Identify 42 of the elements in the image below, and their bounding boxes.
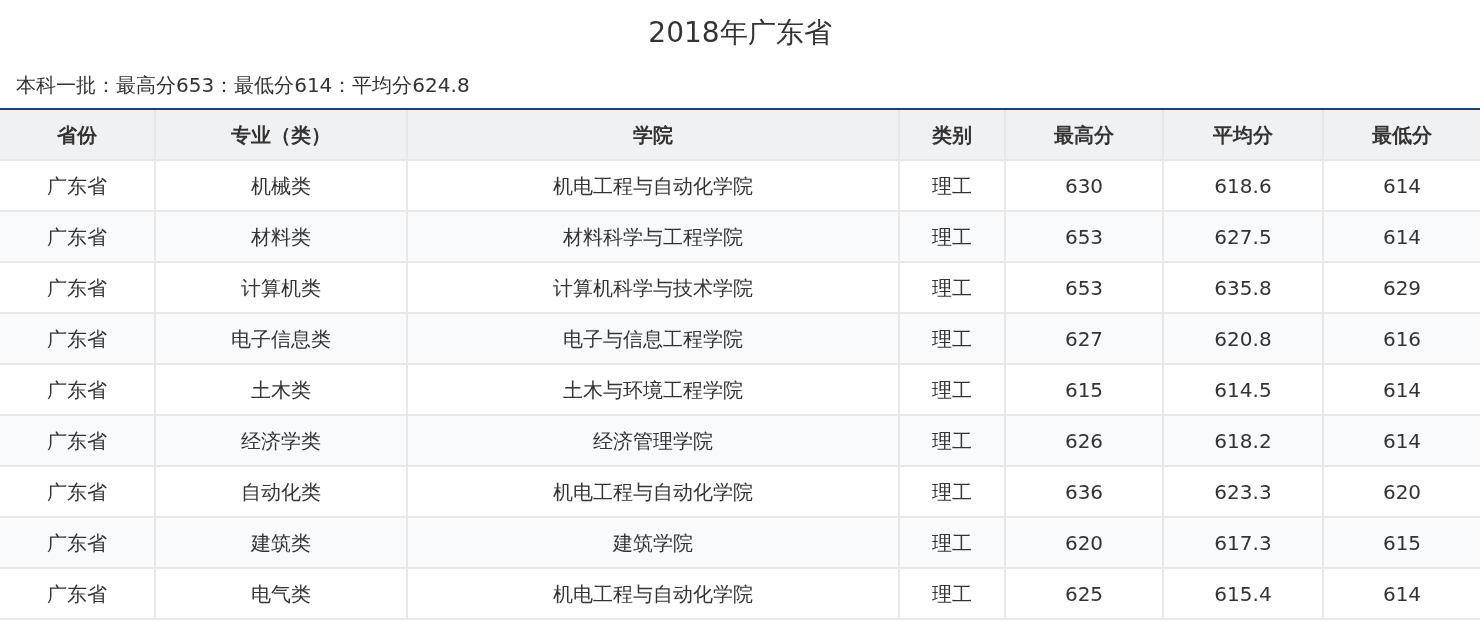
page-title: 2018年广东省 [647,15,833,51]
table-cell: 620 [1005,517,1163,568]
table-cell: 653 [1005,211,1163,262]
table-cell: 广东省 [0,313,155,364]
column-header: 平均分 [1163,110,1323,160]
table-cell: 材料科学与工程学院 [407,211,899,262]
table-cell: 616 [1323,313,1480,364]
table-cell: 理工 [899,517,1005,568]
table-cell: 理工 [899,313,1005,364]
column-header: 专业（类） [155,110,407,160]
table-cell: 建筑类 [155,517,407,568]
table-cell: 理工 [899,415,1005,466]
table-cell: 电气类 [155,568,407,619]
table-cell: 615 [1323,517,1480,568]
table-cell: 626 [1005,415,1163,466]
table-cell: 机电工程与自动化学院 [407,568,899,619]
table-cell: 615.4 [1163,568,1323,619]
column-header: 省份 [0,110,155,160]
table-cell: 广东省 [0,415,155,466]
table-cell: 627.5 [1163,211,1323,262]
table-cell: 材料类 [155,211,407,262]
table-cell: 电子与信息工程学院 [407,313,899,364]
table-cell: 广东省 [0,568,155,619]
table-cell: 627 [1005,313,1163,364]
table-cell: 经济管理学院 [407,415,899,466]
table-cell: 理工 [899,211,1005,262]
table-cell: 618.2 [1163,415,1323,466]
table-cell: 经济学类 [155,415,407,466]
table-cell: 614 [1323,211,1480,262]
table-cell: 建筑学院 [407,517,899,568]
column-header: 学院 [407,110,899,160]
column-header: 类别 [899,110,1005,160]
table-cell: 理工 [899,568,1005,619]
table-cell: 广东省 [0,211,155,262]
table-cell: 广东省 [0,517,155,568]
column-header: 最低分 [1323,110,1480,160]
table-cell: 620.8 [1163,313,1323,364]
table-cell: 617.3 [1163,517,1323,568]
table-cell: 614 [1323,415,1480,466]
table-cell: 电子信息类 [155,313,407,364]
table-cell: 625 [1005,568,1163,619]
column-header: 最高分 [1005,110,1163,160]
